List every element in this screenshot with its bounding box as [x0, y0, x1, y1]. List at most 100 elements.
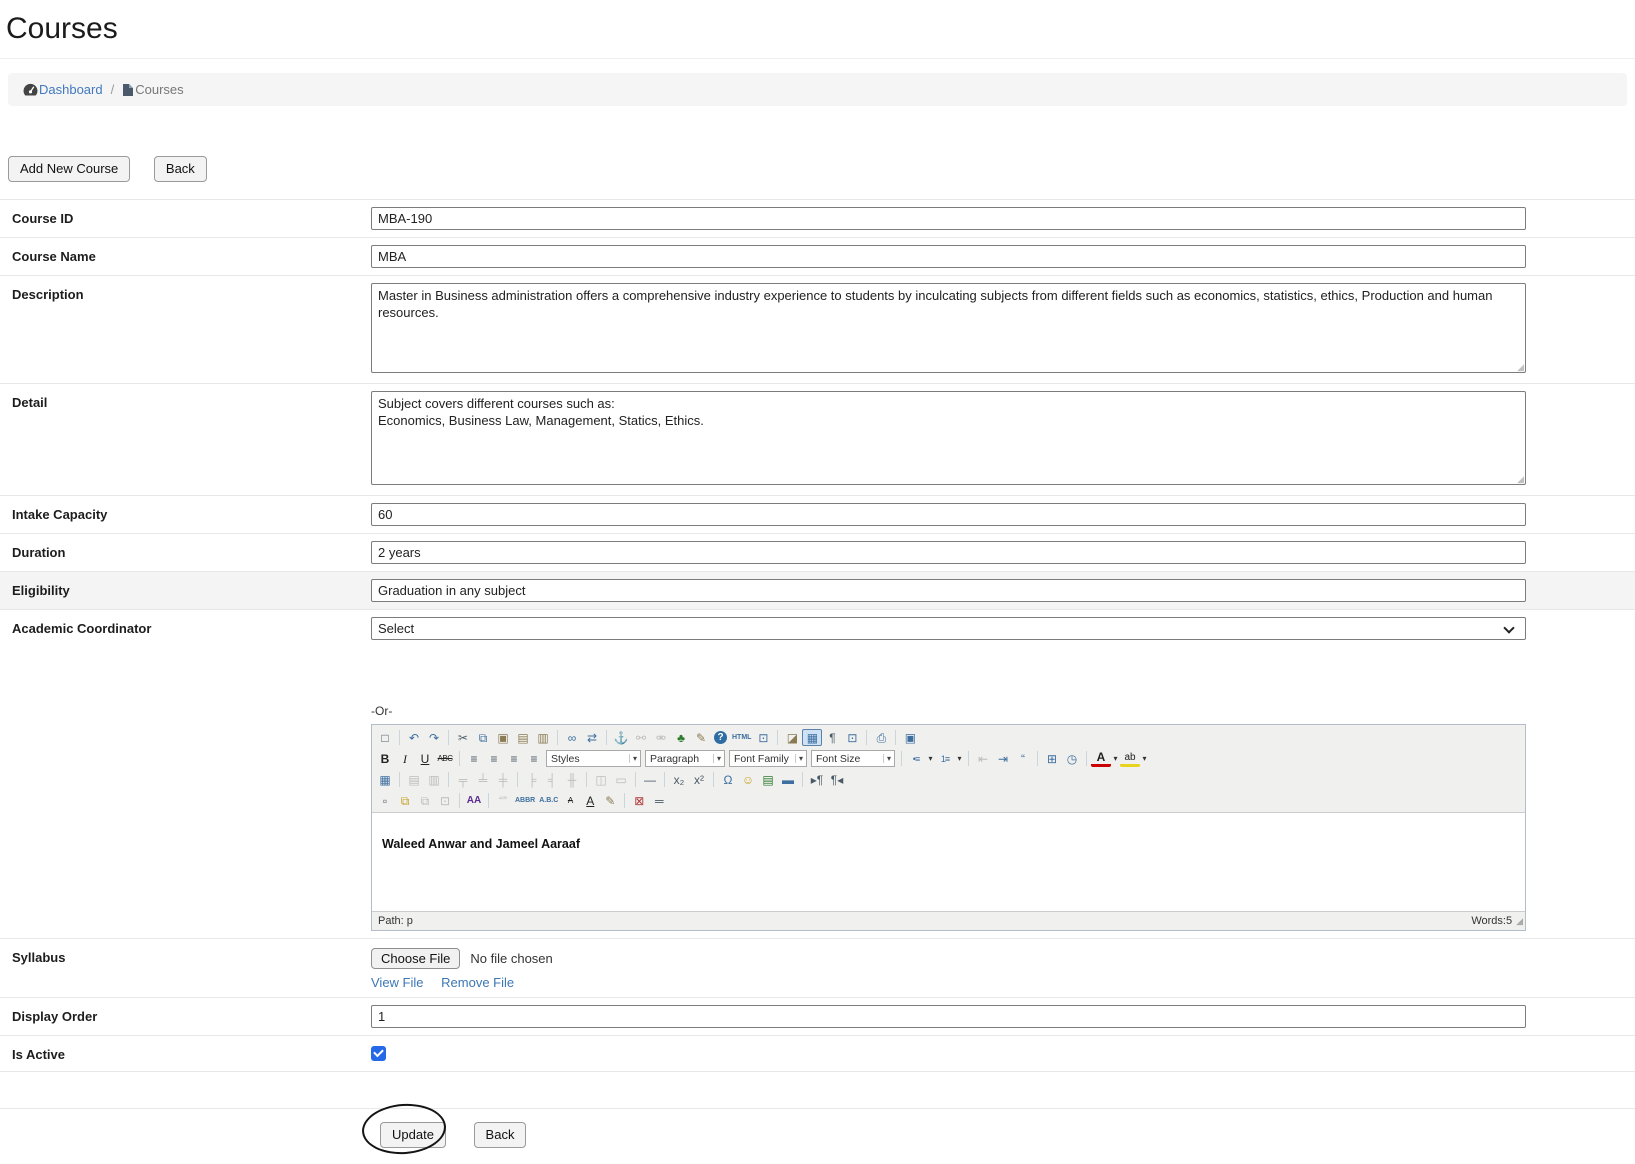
text-color-arrow-icon[interactable]: ▾ — [1111, 750, 1120, 768]
font-size-select[interactable]: Font Size▾ — [811, 750, 895, 767]
split-cells-icon[interactable]: ◫ — [591, 771, 611, 789]
delete-row-icon[interactable]: ╪ — [493, 771, 513, 789]
add-new-course-button[interactable]: Add New Course — [8, 156, 130, 182]
subscript-icon[interactable]: x₂ — [669, 771, 689, 789]
acronym-icon[interactable]: A.B.C — [537, 792, 560, 810]
background-color-icon[interactable]: ab — [1120, 751, 1140, 767]
horizontal-rule-icon[interactable]: — — [640, 771, 660, 789]
insert-col-before-icon[interactable]: ╞ — [522, 771, 542, 789]
move-forward-icon[interactable]: ⧉ — [395, 792, 415, 810]
unlink-icon[interactable]: ⚮ — [651, 729, 671, 747]
align-justify-icon[interactable]: ≡ — [524, 750, 544, 768]
visual-aid-icon[interactable]: ▦ — [802, 729, 822, 746]
superscript-icon[interactable]: x² — [689, 771, 709, 789]
help-icon[interactable]: ? — [714, 731, 727, 744]
del-icon[interactable]: A — [560, 792, 580, 810]
detail-textarea[interactable]: Subject covers different courses such as… — [371, 391, 1526, 485]
display-order-input[interactable] — [371, 1005, 1526, 1028]
duration-input[interactable] — [371, 541, 1526, 564]
insert-date-icon[interactable]: ⊞ — [1042, 750, 1062, 768]
italic-icon[interactable]: I — [395, 750, 415, 768]
academic-coordinator-select[interactable]: Select — [371, 617, 1526, 640]
indent-icon[interactable]: ⇥ — [993, 750, 1013, 768]
abbr-icon[interactable]: ABBR — [513, 792, 537, 810]
rtl-icon[interactable]: ¶◂ — [827, 771, 847, 789]
outdent-icon[interactable]: ⇤ — [973, 750, 993, 768]
redo-icon[interactable]: ↷ — [424, 729, 444, 747]
update-button[interactable]: Update — [380, 1122, 446, 1148]
copy-icon[interactable]: ⧉ — [473, 729, 493, 747]
nonbreaking-icon[interactable]: ⊠ — [629, 792, 649, 810]
paste-text-icon[interactable]: ▤ — [513, 729, 533, 747]
preview-icon[interactable]: ⊡ — [842, 729, 862, 747]
eligibility-input[interactable] — [371, 579, 1526, 602]
course-name-input[interactable] — [371, 245, 1526, 268]
font-family-select[interactable]: Font Family▾ — [729, 750, 807, 767]
style-props-icon[interactable]: AA — [464, 792, 484, 810]
is-active-checkbox[interactable] — [371, 1046, 386, 1061]
blockquote-icon[interactable]: “ — [1013, 750, 1033, 768]
styles-select[interactable]: Styles▾ — [546, 750, 641, 767]
numbered-list-icon[interactable]: 1≡ — [935, 750, 955, 768]
text-color-icon[interactable]: A — [1091, 751, 1111, 767]
media-icon[interactable]: ▤ — [758, 771, 778, 789]
image-icon[interactable]: ♣ — [671, 729, 691, 747]
page-break-icon[interactable]: ═ — [649, 792, 669, 810]
undo-icon[interactable]: ↶ — [404, 729, 424, 747]
editor-content-area[interactable]: Waleed Anwar and Jameel Aaraaf — [372, 812, 1525, 912]
back-button-top[interactable]: Back — [154, 156, 207, 182]
emotions-icon[interactable]: ☺ — [738, 771, 758, 789]
underline-icon[interactable]: U — [415, 750, 435, 768]
print-icon[interactable]: ⎙ — [871, 729, 891, 747]
cut-icon[interactable]: ✂ — [453, 729, 473, 747]
description-textarea[interactable]: Master in Business administration offers… — [371, 283, 1526, 373]
editor-resize-grip-icon[interactable]: ◢ — [1516, 916, 1523, 927]
insert-time-icon[interactable]: ◷ — [1062, 750, 1082, 768]
code-preview-icon[interactable]: ⊡ — [753, 729, 773, 747]
insert-row-after-icon[interactable]: ╧ — [473, 771, 493, 789]
absolute-layer-icon[interactable]: ⊡ — [435, 792, 455, 810]
table-cell-props-icon[interactable]: ▥ — [424, 771, 444, 789]
breadcrumb-dashboard-link[interactable]: Dashboard — [23, 82, 103, 97]
intake-capacity-input[interactable] — [371, 503, 1526, 526]
find-replace-icon[interactable]: ⇄ — [582, 729, 602, 747]
remove-file-link[interactable]: Remove File — [441, 975, 514, 990]
ins-icon[interactable]: A — [580, 792, 600, 810]
insert-col-after-icon[interactable]: ╡ — [542, 771, 562, 789]
course-id-input[interactable] — [371, 207, 1526, 230]
fullscreen-icon[interactable]: ▣ — [900, 729, 920, 747]
insert-row-before-icon[interactable]: ╤ — [453, 771, 473, 789]
align-left-icon[interactable]: ≡ — [464, 750, 484, 768]
align-right-icon[interactable]: ≡ — [504, 750, 524, 768]
background-color-arrow-icon[interactable]: ▾ — [1140, 750, 1149, 768]
align-center-icon[interactable]: ≡ — [484, 750, 504, 768]
table-row-props-icon[interactable]: ▤ — [404, 771, 424, 789]
bullet-list-icon[interactable]: •≡ — [906, 750, 926, 768]
special-char-icon[interactable]: Ω — [718, 771, 738, 789]
ltr-icon[interactable]: ▸¶ — [807, 771, 827, 789]
cite-icon[interactable]: “” — [493, 792, 513, 810]
cleanup-icon[interactable]: ✎ — [691, 729, 711, 747]
bold-icon[interactable]: B — [375, 750, 395, 768]
numbered-list-arrow-icon[interactable]: ▾ — [955, 750, 964, 768]
show-blocks-icon[interactable]: ¶ — [822, 729, 842, 747]
new-document-icon[interactable]: □ — [375, 729, 395, 747]
remove-format-icon[interactable]: ◪ — [782, 729, 802, 747]
paragraph-select[interactable]: Paragraph▾ — [645, 750, 725, 767]
choose-file-button[interactable]: Choose File — [371, 948, 460, 969]
anchor-icon[interactable]: ⚓ — [611, 729, 631, 747]
insert-table-icon[interactable]: ▦ — [375, 771, 395, 789]
view-file-link[interactable]: View File — [371, 975, 424, 990]
html-source-icon[interactable]: HTML — [730, 729, 753, 747]
find-icon[interactable]: ∞ — [562, 729, 582, 747]
embed-icon[interactable]: ▬ — [778, 771, 798, 789]
link-icon[interactable]: ⚯ — [631, 729, 651, 747]
paste-icon[interactable]: ▣ — [493, 729, 513, 747]
move-backward-icon[interactable]: ⧉ — [415, 792, 435, 810]
back-button-bottom[interactable]: Back — [474, 1122, 527, 1148]
bullet-list-arrow-icon[interactable]: ▾ — [926, 750, 935, 768]
strikethrough-icon[interactable]: ABC — [435, 750, 455, 768]
insert-layer-icon[interactable]: ▫ — [375, 792, 395, 810]
merge-cells-icon[interactable]: ▭ — [611, 771, 631, 789]
attributes-icon[interactable]: ✎ — [600, 792, 620, 810]
